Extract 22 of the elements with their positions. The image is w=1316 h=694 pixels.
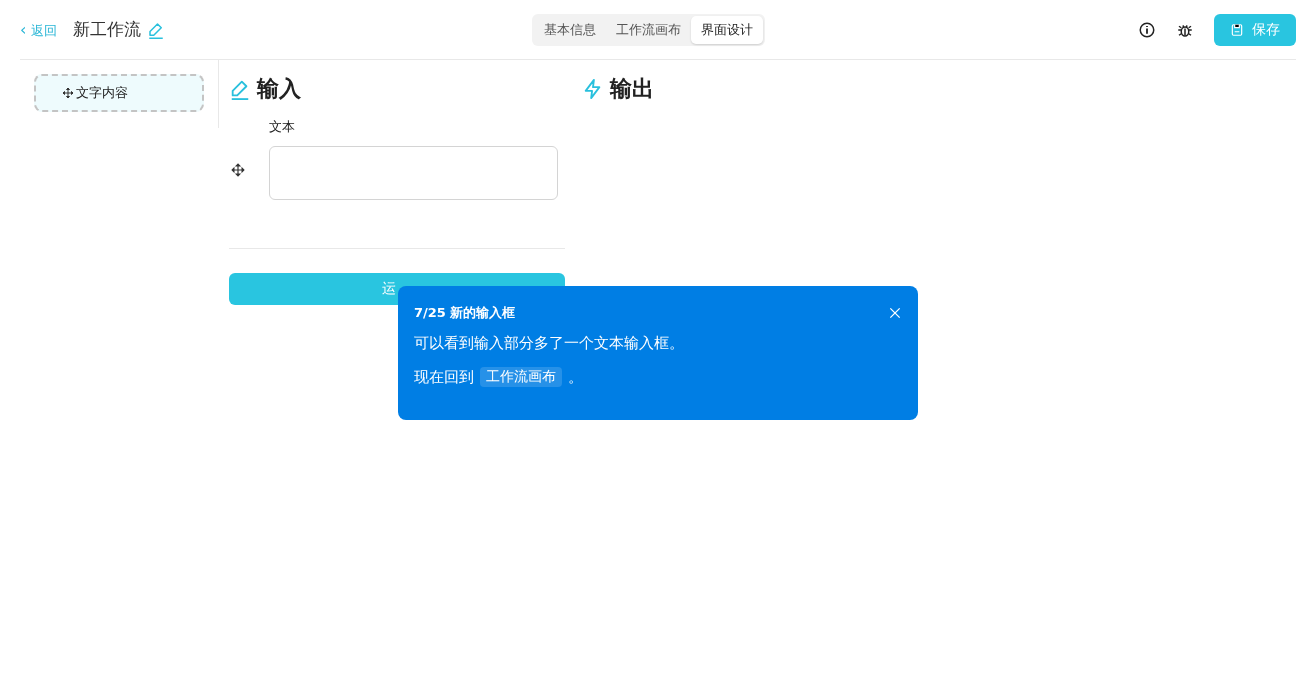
close-button[interactable] xyxy=(888,306,902,320)
tab-tag: 工作流画布 xyxy=(480,367,562,387)
close-icon xyxy=(888,306,902,320)
move-icon xyxy=(231,163,245,177)
save-icon xyxy=(1230,22,1244,37)
tab[interactable]: 工作流画布 xyxy=(606,16,691,44)
tab[interactable]: 基本信息 xyxy=(534,16,606,44)
move-icon xyxy=(62,87,74,99)
section-heading: 输出 xyxy=(610,75,654,103)
section-heading: 输入 xyxy=(257,75,301,103)
text-field[interactable] xyxy=(269,146,558,200)
tour-text: 现在回到 xyxy=(414,367,474,387)
tab[interactable]: 界面设计 xyxy=(691,16,763,44)
tour-text: 可以看到输入部分多了一个文本输入框。 xyxy=(414,334,685,353)
edit-icon xyxy=(146,20,165,39)
info-icon xyxy=(1138,20,1156,39)
field-label: 文本 xyxy=(269,118,296,136)
edit-icon xyxy=(229,78,251,100)
workflow-title: 新工作流 xyxy=(72,18,141,41)
tour-text: 。 xyxy=(568,367,583,387)
tour-title: 7/25 新的输入框 xyxy=(414,304,516,322)
draggable-component[interactable]: 文字内容 xyxy=(34,74,204,112)
